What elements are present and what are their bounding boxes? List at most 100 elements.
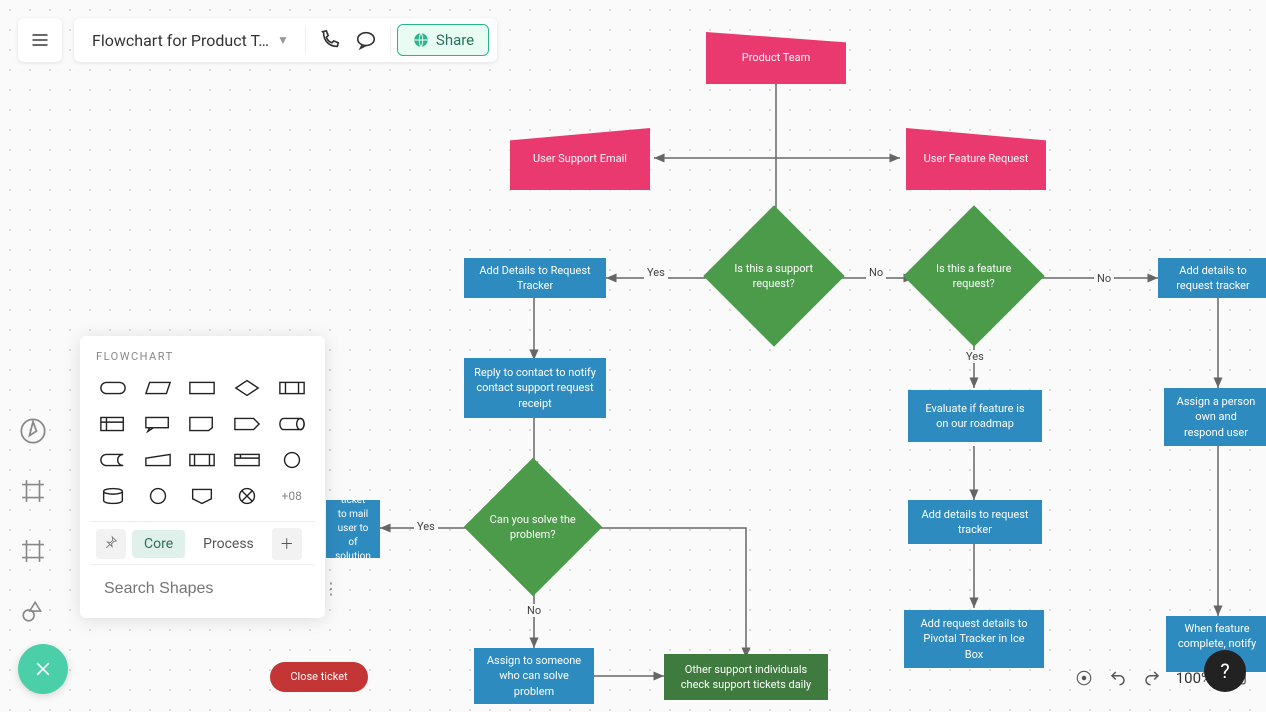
node-label: Add Details to Request Tracker [474, 263, 596, 294]
shape-predefined[interactable] [274, 375, 309, 401]
rail-frame-tool[interactable] [12, 470, 54, 512]
help-button[interactable]: ? [1204, 650, 1246, 692]
node-can-solve[interactable]: Can you solve the problem? [464, 458, 603, 597]
node-other-support[interactable]: Other support individuals check support … [664, 654, 828, 700]
shape-summing[interactable] [230, 483, 265, 509]
node-close-ticket[interactable]: Close ticket [270, 662, 368, 692]
globe-icon [412, 31, 430, 49]
question-icon: ? [1220, 659, 1229, 683]
shapes-panel: FLOWCHART +08 Core Process ＋ ⋮ [80, 336, 325, 618]
search-more-button[interactable]: ⋮ [319, 575, 343, 602]
edge-label-no: No [524, 604, 544, 617]
node-label: Is this a feature request? [924, 261, 1024, 292]
node-label: Add request details to Pivotal Tracker i… [914, 616, 1034, 662]
compass-icon [19, 417, 47, 445]
node-is-feature[interactable]: Is this a feature request? [903, 205, 1044, 346]
node-label: Add details to request tracker [918, 507, 1032, 538]
comment-button[interactable] [348, 22, 384, 58]
shape-terminator[interactable] [96, 375, 131, 401]
menu-button[interactable] [18, 18, 62, 62]
panel-tab-process[interactable]: Process [191, 530, 266, 558]
shape-direct-data[interactable] [274, 411, 309, 437]
node-label: Add details to request tracker [1168, 263, 1258, 294]
shape-callout[interactable] [141, 411, 176, 437]
node-label: Reply to contact to notify contact suppo… [474, 365, 596, 411]
shape-tag[interactable] [230, 411, 265, 437]
rail-shapes-tool[interactable] [12, 590, 54, 632]
shapes-more-count[interactable]: +08 [274, 483, 309, 509]
document-title: Flowchart for Product T… [92, 31, 269, 50]
node-user-feature-request[interactable]: User Feature Request [906, 128, 1046, 190]
node-label: Assign to someone who can solve problem [484, 653, 584, 699]
node-label: Is this a support request? [724, 261, 824, 292]
redo-icon [1143, 669, 1161, 687]
node-add-details-tracker2[interactable]: Add details to request tracker [908, 500, 1042, 544]
shape-process[interactable] [185, 375, 220, 401]
node-add-details-right[interactable]: Add details to request tracker [1158, 258, 1266, 298]
node-label: Product Team [742, 50, 810, 65]
separator [390, 26, 391, 54]
rail-cursor-tool[interactable] [12, 410, 54, 452]
node-add-details-left[interactable]: Add Details to Request Tracker [464, 258, 606, 298]
chevron-down-icon: ▼ [277, 33, 289, 47]
shape-circle[interactable] [141, 483, 176, 509]
reset-view-button[interactable] [1074, 668, 1094, 688]
node-label: Can you solve the problem? [484, 512, 582, 543]
target-icon [1075, 669, 1093, 687]
node-is-support[interactable]: Is this a support request? [703, 205, 844, 346]
pin-icon [104, 535, 118, 549]
shape-browser[interactable] [230, 447, 265, 473]
panel-add-tab[interactable]: ＋ [272, 528, 302, 560]
edge-label-yes: Yes [963, 350, 987, 363]
edge-label-yes: Yes [414, 520, 438, 533]
phone-icon [319, 29, 341, 51]
frame-icon [20, 478, 46, 504]
rail-frame-tool-2[interactable] [12, 530, 54, 572]
edge-label-yes: Yes [644, 266, 668, 279]
node-product-team[interactable]: Product Team [706, 32, 846, 84]
edge-label-no: No [866, 266, 886, 279]
node-pivotal-tracker[interactable]: Add request details to Pivotal Tracker i… [904, 610, 1044, 668]
shape-offpage[interactable] [185, 483, 220, 509]
share-button[interactable]: Share [397, 24, 489, 56]
shapes-icon [20, 598, 46, 624]
edge-label-no: No [1094, 272, 1114, 285]
shape-manual-input[interactable] [141, 447, 176, 473]
close-panel-button[interactable] [18, 644, 68, 694]
shape-database[interactable] [96, 483, 131, 509]
panel-title: FLOWCHART [90, 350, 315, 371]
undo-icon [1109, 669, 1127, 687]
shape-subprocess[interactable] [185, 447, 220, 473]
undo-button[interactable] [1108, 668, 1128, 688]
comment-icon [355, 29, 377, 51]
share-label: Share [436, 31, 474, 49]
node-label: User Feature Request [924, 151, 1029, 166]
node-label: Close ticket [290, 669, 347, 684]
frame-icon [20, 538, 46, 564]
shape-internal-storage[interactable] [96, 411, 131, 437]
node-ticket-email[interactable]: ticket to mail user to of solution [326, 500, 380, 558]
close-icon [33, 659, 53, 679]
call-button[interactable] [312, 22, 348, 58]
shape-connector[interactable] [274, 447, 309, 473]
node-label: ticket to mail user to of solution [335, 494, 371, 564]
document-title-dropdown[interactable]: Flowchart for Product T… ▼ [82, 31, 299, 50]
shape-decision[interactable] [230, 375, 265, 401]
node-evaluate-roadmap[interactable]: Evaluate if feature is on our roadmap [908, 390, 1042, 442]
redo-button[interactable] [1142, 668, 1162, 688]
node-reply-contact[interactable]: Reply to contact to notify contact suppo… [464, 358, 606, 418]
node-assign-person[interactable]: Assign a person own and respond user [1164, 388, 1266, 446]
separator [305, 26, 306, 54]
panel-tab-core[interactable]: Core [132, 530, 185, 558]
panel-pin-button[interactable] [96, 529, 126, 559]
shape-data[interactable] [141, 375, 176, 401]
node-assign-someone[interactable]: Assign to someone who can solve problem [474, 648, 594, 704]
node-label: Assign a person own and respond user [1174, 394, 1258, 440]
node-user-support-email[interactable]: User Support Email [510, 128, 650, 190]
node-label: User Support Email [533, 151, 627, 166]
shape-stored-data[interactable] [96, 447, 131, 473]
node-label: Other support individuals check support … [674, 662, 818, 693]
node-label: Evaluate if feature is on our roadmap [918, 401, 1032, 432]
search-shapes-input[interactable] [104, 580, 311, 598]
shape-card[interactable] [185, 411, 220, 437]
